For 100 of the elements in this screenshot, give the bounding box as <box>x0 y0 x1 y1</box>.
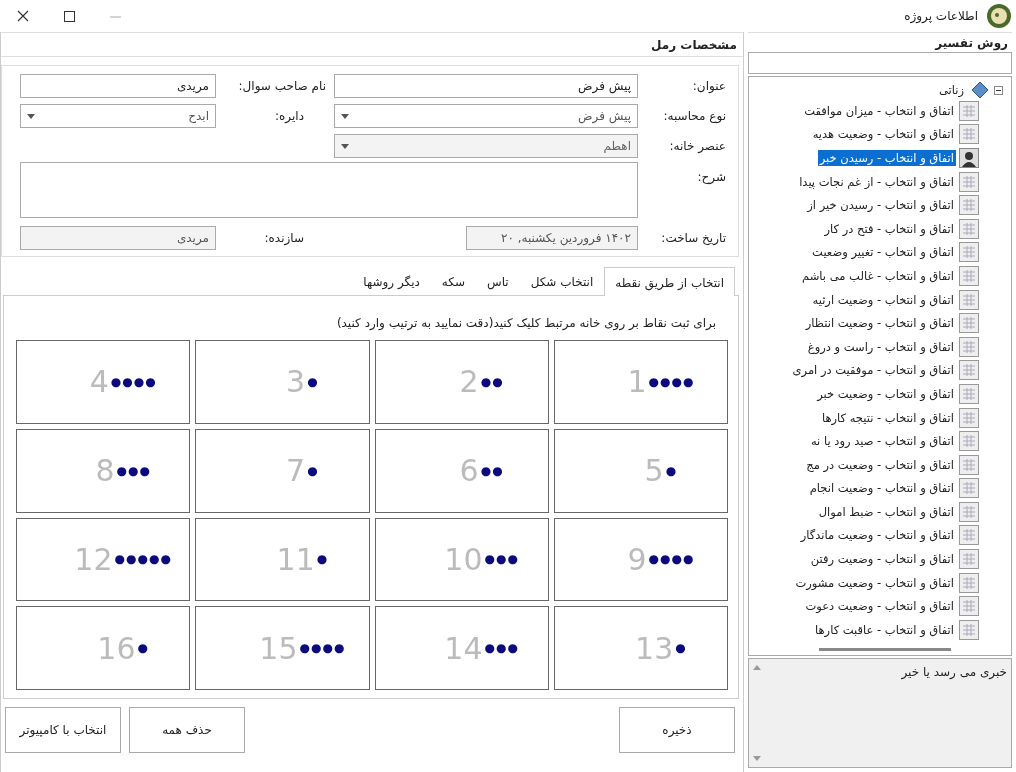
tab[interactable]: انتخاب از طریق نقطه <box>604 267 735 296</box>
table-icon <box>959 572 979 593</box>
dots: ●● <box>480 374 504 389</box>
dots: ● <box>675 641 687 656</box>
collapse-icon[interactable] <box>994 85 1003 95</box>
dots: ● <box>307 463 319 478</box>
table-icon <box>959 313 979 334</box>
table-icon <box>959 407 979 428</box>
dots: ●●●● <box>110 374 157 389</box>
house-cell[interactable]: 11● <box>195 517 370 602</box>
table-icon <box>959 124 979 145</box>
house-number: 2 <box>459 364 479 400</box>
tree-item[interactable]: اتفاق و انتخاب - وضعیت انجام <box>807 480 956 497</box>
tab[interactable]: دیگر روشها <box>352 268 431 295</box>
house-number: 8 <box>95 453 115 489</box>
table-icon <box>959 336 979 357</box>
dots: ●●● <box>484 552 519 567</box>
app-logo-icon <box>986 3 1012 29</box>
text-area[interactable] <box>20 162 638 218</box>
house-number: 14 <box>444 630 483 666</box>
table-icon <box>959 549 979 570</box>
house-cell[interactable]: 7● <box>195 428 370 513</box>
tree-item[interactable]: اتفاق و انتخاب - وضعیت ارثیه <box>810 291 956 308</box>
tree-item[interactable]: اتفاق و انتخاب - از غم نجات پیدا <box>797 173 956 190</box>
tree-item[interactable]: اتفاق و انتخاب - صید رود یا نه <box>808 433 956 450</box>
tab[interactable]: تاس <box>476 268 520 295</box>
dropdown[interactable]: پیش فرض <box>334 104 638 128</box>
tree-item[interactable]: اتفاق و انتخاب - وضعیت ماندگار <box>798 527 956 544</box>
tree-item[interactable]: اتفاق و انتخاب - راست و دروغ <box>805 338 956 355</box>
table-icon <box>959 195 979 216</box>
scroll-down-icon[interactable] <box>753 756 761 761</box>
tree-item[interactable]: اتفاق و انتخاب - وضعیت خبر <box>815 385 956 402</box>
maximize-icon <box>63 10 75 22</box>
dropdown[interactable]: ابدح <box>20 104 216 128</box>
search-field[interactable] <box>748 52 1012 74</box>
tree-item[interactable]: اتفاق و انتخاب - عاقبت کارها <box>813 621 956 638</box>
tree-item[interactable]: اتفاق و انتخاب - نتیجه کارها <box>819 409 956 426</box>
field-label: شرح: <box>696 169 727 184</box>
section-title: مشخصات رمل <box>1 32 743 57</box>
house-number: 15 <box>259 630 298 666</box>
person-icon <box>959 148 979 168</box>
table-icon <box>959 360 979 381</box>
book-icon <box>970 81 990 99</box>
dropdown-arrow-icon <box>27 113 35 119</box>
scroll-up-icon[interactable] <box>753 665 761 670</box>
table-icon <box>959 265 979 286</box>
instruction-text: برای ثبت نقاط بر روی خانه مرتبط کلیک کنید(دقت نمایید به ترتیب وارد کنید) <box>335 316 716 330</box>
tree-item[interactable]: اتفاق و انتخاب - وضعیت در مج <box>804 456 956 473</box>
tree-item[interactable]: اتفاق و انتخاب - رسیدن خبر <box>817 150 956 166</box>
tab[interactable]: سکه <box>430 268 476 295</box>
table-icon <box>959 218 979 239</box>
house-number: 3 <box>286 364 306 400</box>
house-cell[interactable]: 1●●●● <box>553 340 728 424</box>
tree-item[interactable]: اتفاق و انتخاب - وضعیت انتظار <box>803 315 956 332</box>
house-cell[interactable]: 5● <box>553 428 728 513</box>
tree-item[interactable]: اتفاق و انتخاب - غالب می باشم <box>800 267 956 284</box>
house-cell[interactable]: 16● <box>16 606 191 690</box>
house-cell[interactable]: 9●●●● <box>553 517 728 602</box>
dots: ●●● <box>116 463 151 478</box>
delete-all-button[interactable]: حذف همه <box>129 707 245 753</box>
table-icon <box>959 525 979 546</box>
house-cell[interactable]: 13● <box>553 606 728 690</box>
dots: ●●●● <box>648 552 695 567</box>
tree-item[interactable]: اتفاق و انتخاب - وضعیت هدیه <box>810 126 956 143</box>
house-cell[interactable]: 4●●●● <box>16 340 191 424</box>
dots: ●●●● <box>299 641 346 656</box>
house-number: 16 <box>97 630 136 666</box>
description-text: خبری می رسد یا خیر <box>901 665 1007 679</box>
tree-item[interactable]: اتفاق و انتخاب - تغییر وضعیت <box>810 244 956 261</box>
dots: ● <box>307 374 319 389</box>
house-cell[interactable]: 6●● <box>374 428 549 513</box>
scrollbar[interactable] <box>819 648 951 651</box>
input-field[interactable]: پیش فرض <box>334 74 638 98</box>
tab[interactable]: انتخاب شکل <box>519 268 605 295</box>
input-field[interactable]: مریدی <box>20 74 216 98</box>
tree-item[interactable]: اتفاق و انتخاب - رسیدن خیر از <box>805 197 956 214</box>
house-number: 11 <box>276 541 315 577</box>
tree-item[interactable]: اتفاق و انتخاب - وضعیت رفتن <box>808 551 956 568</box>
tree-item[interactable]: اتفاق و انتخاب - فتح در کار <box>822 220 956 237</box>
dots: ● <box>665 463 678 478</box>
house-cell[interactable]: 3● <box>195 340 370 424</box>
tree-item[interactable]: اتفاق و انتخاب - میزان موافقت <box>802 102 956 119</box>
save-button[interactable]: ذخیره <box>619 707 735 753</box>
house-cell[interactable]: 10●●● <box>374 517 549 602</box>
dropdown-arrow-icon <box>341 113 349 119</box>
house-cell[interactable]: 8●●● <box>16 428 191 513</box>
tree-item[interactable]: اتفاق و انتخاب - ضبط اموال <box>816 503 956 520</box>
tree-item[interactable]: اتفاق و انتخاب - موفقیت در امری <box>790 362 956 379</box>
dots: ● <box>316 552 329 567</box>
tree-item[interactable]: اتفاق و انتخاب - وضعیت مشورت <box>793 574 956 591</box>
house-cell[interactable]: 14●●● <box>374 606 549 690</box>
house-number: 10 <box>444 541 483 577</box>
tree-item[interactable]: اتفاق و انتخاب - وضعیت دعوت <box>803 598 956 615</box>
computer-select-button[interactable]: انتخاب با کامپیوتر <box>5 707 121 753</box>
tree-item[interactable]: زناتی <box>936 82 966 98</box>
house-cell[interactable]: 15●●●● <box>195 606 370 690</box>
field-label: نام صاحب سوال: <box>237 79 327 93</box>
house-number: 1 <box>627 364 647 400</box>
house-cell[interactable]: 2●● <box>374 340 549 424</box>
house-cell[interactable]: 12●●●●● <box>16 517 191 602</box>
